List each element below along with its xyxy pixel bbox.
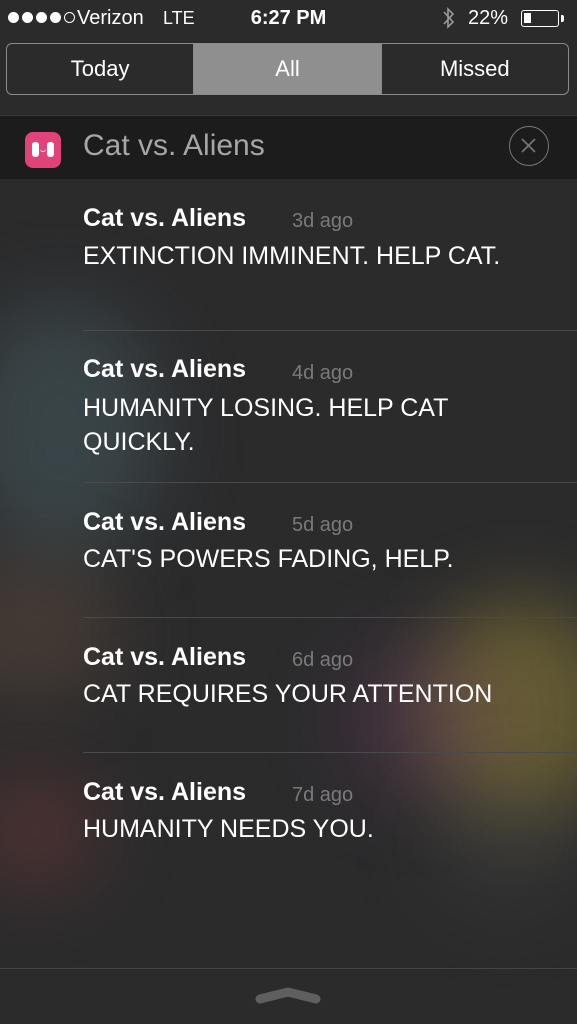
notification-message: CAT'S POWERS FADING, HELP. <box>83 545 454 573</box>
app-group-header: Cat vs. Aliens <box>0 115 577 179</box>
notification-time: 5d ago <box>292 514 354 536</box>
tab-all[interactable]: All <box>193 44 381 94</box>
notification-app-name: Cat vs. Aliens <box>83 643 247 671</box>
notification-time: 3d ago <box>292 210 354 232</box>
notification-message: HUMANITY NEEDS YOU. <box>83 815 374 843</box>
notification-time: 6d ago <box>292 649 354 671</box>
tab-today[interactable]: Today <box>7 44 193 94</box>
notification-item[interactable]: Cat vs. Aliens 3d ago EXTINCTION IMMINEN… <box>83 180 577 331</box>
notification-app-name: Cat vs. Aliens <box>83 508 247 536</box>
notification-message: HUMANITY LOSING. HELP CAT QUICKLY. <box>83 394 448 456</box>
notification-item[interactable]: Cat vs. Aliens 4d ago HUMANITY LOSING. H… <box>83 331 577 483</box>
bottom-divider <box>0 968 577 969</box>
grabber-handle-icon[interactable] <box>254 985 322 1012</box>
battery-percent: 22% <box>468 7 509 29</box>
cat-app-icon <box>25 132 61 168</box>
notification-item[interactable]: Cat vs. Aliens 6d ago CAT REQUIRES YOUR … <box>83 618 577 753</box>
app-group-title: Cat vs. Aliens <box>83 129 265 162</box>
notification-item[interactable]: Cat vs. Aliens 5d ago CAT'S POWERS FADIN… <box>83 483 577 618</box>
tab-missed[interactable]: Missed <box>380 44 568 94</box>
bluetooth-icon <box>441 6 457 36</box>
notification-filter-tabs: Today All Missed <box>6 43 569 95</box>
notification-time: 4d ago <box>292 362 354 384</box>
notification-app-name: Cat vs. Aliens <box>83 778 247 806</box>
notification-app-name: Cat vs. Aliens <box>83 204 247 232</box>
close-icon[interactable] <box>509 126 549 166</box>
notification-message: EXTINCTION IMMINENT. HELP CAT. <box>83 242 501 270</box>
notification-time: 7d ago <box>292 784 354 806</box>
battery-icon <box>521 10 559 27</box>
notification-app-name: Cat vs. Aliens <box>83 355 247 383</box>
status-bar: Verizon LTE 6:27 PM 22% <box>0 0 577 38</box>
notification-item[interactable]: Cat vs. Aliens 7d ago HUMANITY NEEDS YOU… <box>83 753 577 863</box>
notification-message: CAT REQUIRES YOUR ATTENTION <box>83 680 493 708</box>
